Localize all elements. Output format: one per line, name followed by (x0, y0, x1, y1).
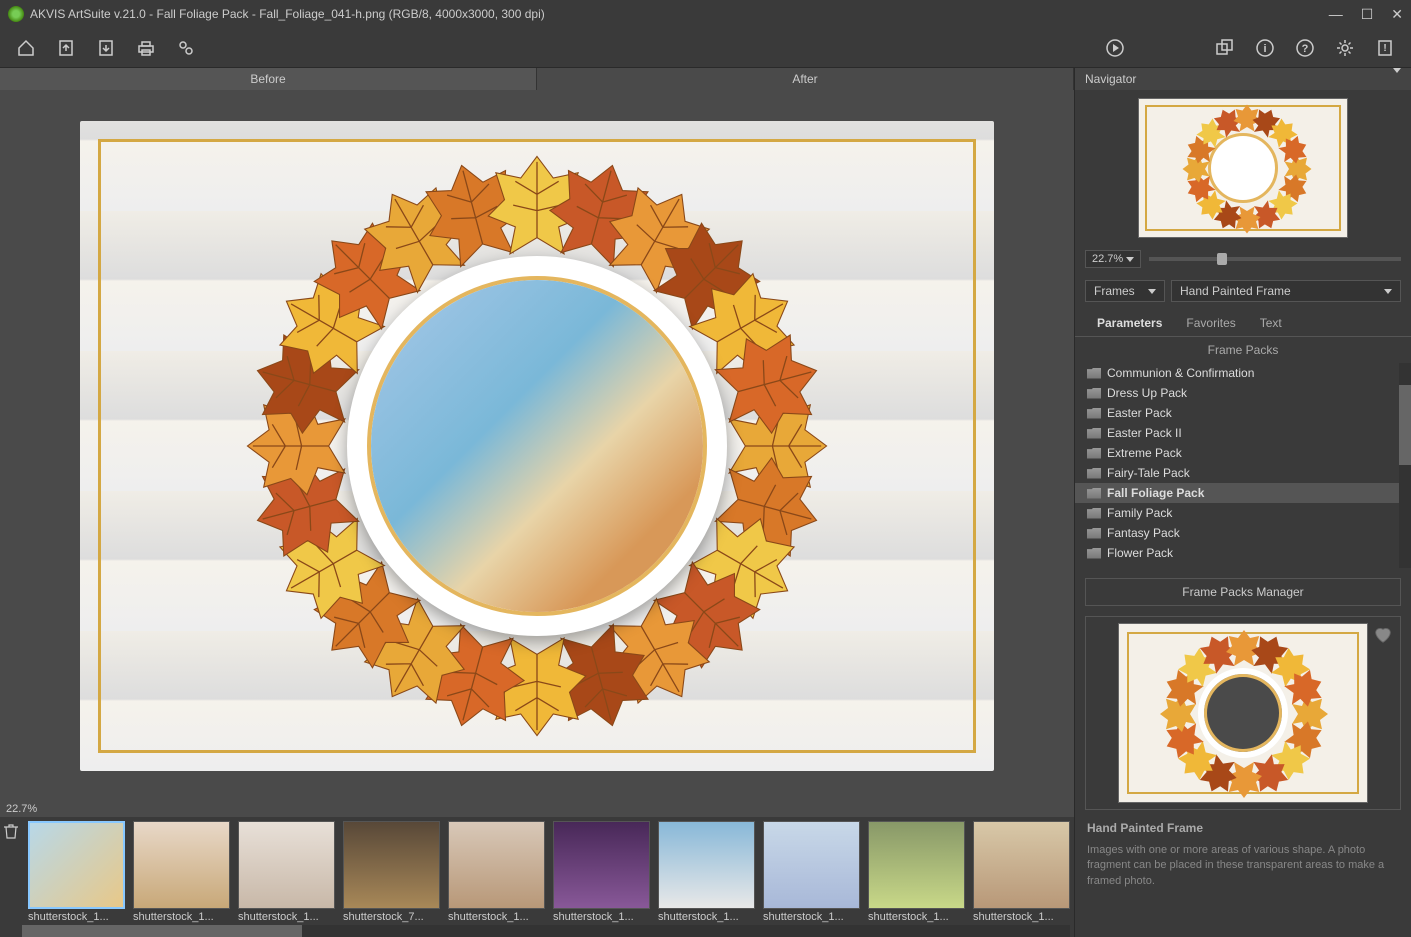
zoom-dropdown[interactable]: 22.7% (1085, 250, 1141, 268)
thumb-label: shutterstock_1... (133, 911, 230, 923)
frame-preview-box (1085, 616, 1401, 810)
thumb-label: shutterstock_1... (973, 911, 1070, 923)
svg-text:?: ? (1302, 43, 1309, 55)
app-icon (8, 6, 24, 22)
close-button[interactable]: ✕ (1391, 6, 1403, 23)
pack-item[interactable]: Easter Pack II (1075, 423, 1411, 443)
folder-icon (1087, 568, 1101, 569)
run-icon[interactable] (1105, 38, 1125, 58)
canvas-viewport[interactable] (0, 90, 1074, 801)
filmstrip-thumb[interactable]: shutterstock_1... (133, 821, 230, 923)
tab-before[interactable]: Before (0, 68, 537, 90)
pack-item[interactable]: Communion & Confirmation (1075, 363, 1411, 383)
frame-pack-list: Communion & ConfirmationDress Up PackEas… (1075, 363, 1411, 568)
filmstrip-thumb[interactable]: shutterstock_1... (973, 821, 1070, 923)
folder-icon (1087, 408, 1101, 419)
frame-desc-body: Images with one or more areas of various… (1087, 843, 1399, 889)
thumb-label: shutterstock_1... (448, 911, 545, 923)
folder-icon (1087, 448, 1101, 459)
thumb-label: shutterstock_1... (553, 911, 650, 923)
thumb-label: shutterstock_1... (658, 911, 755, 923)
pack-item[interactable]: France (1075, 563, 1411, 568)
print-icon[interactable] (136, 38, 156, 58)
frame-packs-manager-button[interactable]: Frame Packs Manager (1085, 578, 1401, 606)
filmstrip-thumb[interactable]: shutterstock_1... (658, 821, 755, 923)
favorite-heart-icon[interactable] (1372, 623, 1394, 645)
filmstrip-thumb[interactable]: shutterstock_1... (763, 821, 860, 923)
tab-text[interactable]: Text (1248, 310, 1294, 336)
titlebar: AKVIS ArtSuite v.21.0 - Fall Foliage Pac… (0, 0, 1411, 28)
filmstrip: shutterstock_1... shutterstock_1... shutte… (0, 817, 1074, 937)
batch-icon[interactable] (176, 38, 196, 58)
navigator-preview[interactable] (1138, 98, 1348, 238)
canvas-area: Before After 22.7% shutterstock_1...shut (0, 68, 1074, 937)
pack-item[interactable]: Extreme Pack (1075, 443, 1411, 463)
photo-content (371, 280, 703, 612)
svg-text:!: ! (1383, 43, 1386, 54)
filmstrip-thumb[interactable]: shutterstock_1... (553, 821, 650, 923)
frame-type-dropdown[interactable]: Hand Painted Frame (1171, 280, 1401, 302)
folder-icon (1087, 508, 1101, 519)
tab-after[interactable]: After (537, 68, 1074, 90)
folder-icon (1087, 528, 1101, 539)
navigator-header: Navigator (1075, 68, 1411, 90)
help-icon[interactable]: ? (1295, 38, 1315, 58)
frame-desc-title: Hand Painted Frame (1087, 820, 1399, 837)
main-toolbar: i ? ! (0, 28, 1411, 68)
thumb-label: shutterstock_1... (28, 911, 125, 923)
folder-icon (1087, 428, 1101, 439)
thumb-label: shutterstock_1... (763, 911, 860, 923)
settings-icon[interactable] (1335, 38, 1355, 58)
frame-packs-header: Frame Packs (1075, 337, 1411, 363)
thumb-label: shutterstock_1... (868, 911, 965, 923)
filmstrip-thumb[interactable]: shutterstock_1... (448, 821, 545, 923)
thumb-label: shutterstock_1... (238, 911, 335, 923)
navigator-title: Navigator (1085, 68, 1136, 90)
info-icon[interactable]: i (1255, 38, 1275, 58)
svg-text:i: i (1263, 43, 1266, 55)
maximize-button[interactable]: ☐ (1361, 6, 1374, 23)
trash-icon[interactable] (4, 821, 22, 839)
pack-item[interactable]: Fall Foliage Pack (1075, 483, 1411, 503)
pack-item[interactable]: Family Pack (1075, 503, 1411, 523)
open-file-icon[interactable] (56, 38, 76, 58)
pack-item[interactable]: Fantasy Pack (1075, 523, 1411, 543)
filmstrip-thumb[interactable]: shutterstock_1... (868, 821, 965, 923)
thumb-label: shutterstock_7... (343, 911, 440, 923)
save-file-icon[interactable] (96, 38, 116, 58)
zoom-slider[interactable] (1149, 257, 1401, 261)
zoom-level-label: 22.7% (0, 801, 43, 817)
folder-icon (1087, 488, 1101, 499)
pack-item[interactable]: Fairy-Tale Pack (1075, 463, 1411, 483)
filmstrip-thumb[interactable]: shutterstock_1... (28, 821, 125, 923)
tab-parameters[interactable]: Parameters (1085, 310, 1174, 336)
minimize-button[interactable]: — (1329, 6, 1343, 23)
home-icon[interactable] (16, 38, 36, 58)
pack-list-scrollbar[interactable] (1399, 363, 1411, 568)
folder-icon (1087, 368, 1101, 379)
windows-icon[interactable] (1215, 38, 1235, 58)
sidebar: Navigator 22.7% Frames Hand Painted Fram… (1074, 68, 1411, 937)
folder-icon (1087, 468, 1101, 479)
folder-icon (1087, 388, 1101, 399)
window-title: AKVIS ArtSuite v.21.0 - Fall Foliage Pac… (30, 7, 545, 21)
pack-item[interactable]: Easter Pack (1075, 403, 1411, 423)
tab-favorites[interactable]: Favorites (1174, 310, 1247, 336)
frame-description: Hand Painted Frame Images with one or mo… (1075, 810, 1411, 899)
pack-item[interactable]: Dress Up Pack (1075, 383, 1411, 403)
notify-icon[interactable]: ! (1375, 38, 1395, 58)
filmstrip-scrollbar[interactable] (22, 925, 1070, 937)
canvas-image (80, 121, 994, 771)
frame-category-dropdown[interactable]: Frames (1085, 280, 1165, 302)
filmstrip-thumb[interactable]: shutterstock_1... (238, 821, 335, 923)
filmstrip-thumb[interactable]: shutterstock_7... (343, 821, 440, 923)
frame-preview[interactable] (1118, 623, 1368, 803)
collapse-icon[interactable] (1393, 68, 1401, 90)
folder-icon (1087, 548, 1101, 559)
pack-item[interactable]: Flower Pack (1075, 543, 1411, 563)
